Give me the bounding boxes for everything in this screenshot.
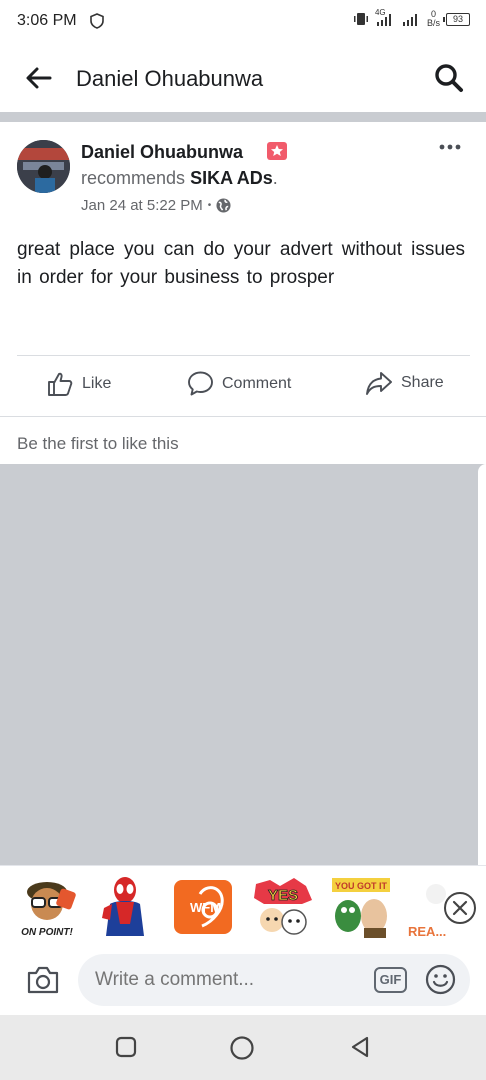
post-author-name[interactable]: Daniel Ohuabunwa — [81, 142, 243, 163]
net-speed: 0 B/s — [427, 10, 440, 28]
avatar[interactable] — [17, 140, 70, 193]
post-meta: Jan 24 at 5:22 PM • — [81, 197, 231, 214]
share-arrow-icon — [366, 372, 392, 395]
post-timestamp[interactable]: Jan 24 at 5:22 PM — [81, 197, 203, 214]
signal-4g-icon: 4G — [375, 8, 395, 27]
status-icons: 4G 0 B/s 93 — [353, 8, 470, 28]
sticker-suggestions: ON POINT! WFM YES YOU GOT IT REA... — [0, 865, 486, 947]
wfm-sticker[interactable]: WFM — [170, 874, 236, 940]
recent-apps-icon[interactable] — [114, 1035, 138, 1059]
status-time: 3:06 PM — [17, 12, 77, 29]
system-nav-bar — [0, 1015, 486, 1080]
on-point-sticker[interactable]: ON POINT! — [14, 874, 80, 940]
comment-composer: GIF — [0, 947, 486, 1015]
app-header: Daniel Ohuabunwa — [0, 44, 486, 112]
emoji-icon[interactable] — [425, 964, 456, 995]
recommend-star-icon — [267, 142, 287, 160]
spiderman-sticker[interactable] — [92, 874, 158, 940]
section-divider — [0, 112, 486, 122]
battery-icon: 93 — [443, 12, 470, 26]
net-speed-unit: B/s — [426, 18, 440, 28]
page-title: Daniel Ohuabunwa — [76, 66, 264, 91]
comment-label: Comment — [222, 374, 292, 392]
scroll-edge — [478, 464, 486, 874]
shield-icon — [90, 13, 104, 29]
share-button[interactable]: Share — [365, 370, 444, 396]
vibrate-icon — [353, 13, 368, 25]
share-label: Share — [401, 374, 444, 391]
recommend-line: recommends SIKA ADs. — [81, 168, 278, 189]
sticker-text: REA... — [408, 924, 446, 939]
arrow-left-icon[interactable] — [24, 66, 52, 90]
like-button[interactable]: Like — [46, 370, 111, 398]
post-card: Daniel Ohuabunwa recommends SIKA ADs. Ja… — [0, 122, 486, 464]
more-options-icon[interactable] — [438, 140, 462, 154]
like-prompt: Be the first to like this — [17, 434, 179, 453]
post-body: great place you can do your advert witho… — [17, 239, 465, 288]
home-icon[interactable] — [229, 1035, 255, 1061]
recommends-text: recommends — [81, 168, 186, 188]
post-actions: Like Comment Share — [0, 356, 486, 416]
sticker-text: ON POINT! — [21, 927, 73, 938]
comment-icon — [188, 371, 213, 396]
you-got-it-sticker[interactable]: YOU GOT IT — [328, 874, 394, 940]
comment-input[interactable] — [78, 954, 470, 1006]
gif-button[interactable]: GIF — [374, 967, 407, 993]
back-nav-icon[interactable] — [348, 1035, 372, 1059]
globe-icon — [216, 198, 231, 213]
comment-button[interactable]: Comment — [187, 370, 291, 397]
close-icon[interactable] — [444, 892, 476, 924]
page-name-link[interactable]: SIKA ADs — [190, 168, 273, 188]
thumbs-up-icon — [48, 372, 73, 396]
meta-separator: • — [207, 200, 212, 211]
yes-sticker[interactable]: YES — [250, 874, 316, 940]
search-icon[interactable] — [434, 63, 464, 93]
signal-icon — [402, 14, 417, 26]
comments-area — [0, 464, 486, 865]
like-label: Like — [82, 375, 112, 392]
sticker-text: YES — [268, 887, 298, 904]
sticker-text: YOU GOT IT — [335, 881, 388, 891]
status-bar: 3:06 PM 4G 0 B/s 93 — [0, 0, 486, 44]
camera-icon[interactable] — [26, 965, 60, 995]
sticker-text: WFM — [190, 900, 221, 915]
actions-divider — [0, 416, 486, 417]
recommend-suffix: . — [272, 168, 278, 188]
